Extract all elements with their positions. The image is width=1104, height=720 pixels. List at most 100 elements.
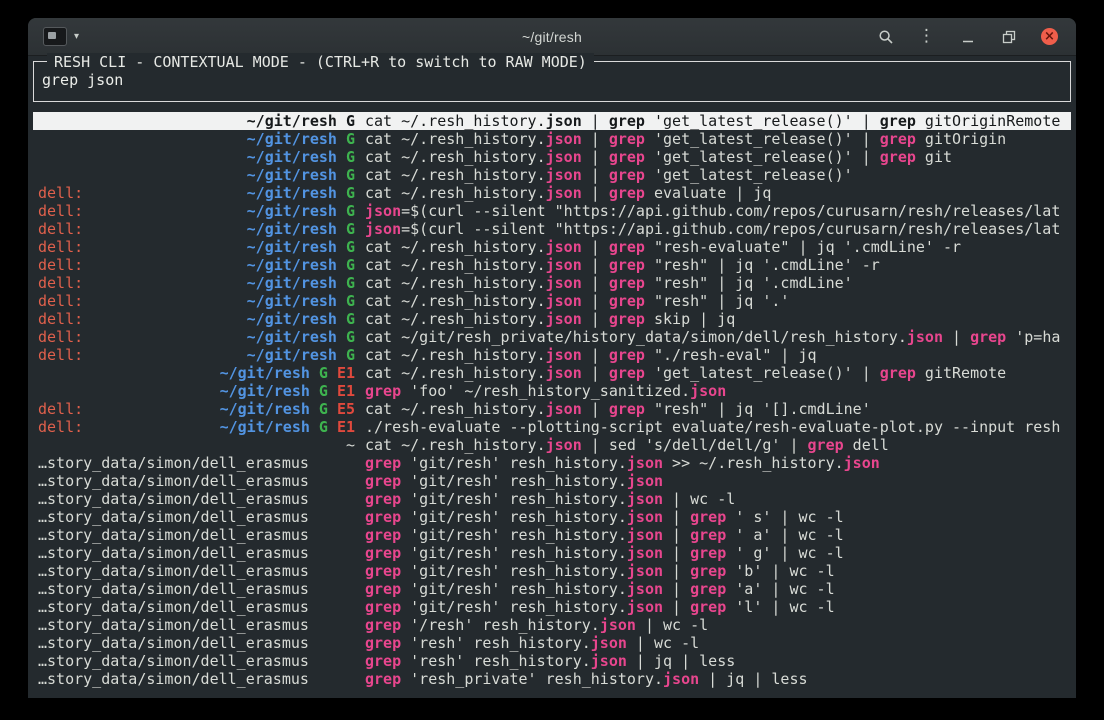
match-highlight: grep <box>609 346 645 364</box>
row-directory: ~/git/resh <box>247 256 337 274</box>
history-row[interactable]: dell:~/git/reshGcat ~/.resh_history.json… <box>33 310 1071 328</box>
restore-button[interactable] <box>1000 28 1017 45</box>
match-highlight: json <box>546 310 582 328</box>
history-row[interactable]: …story_data/simon/dell_erasmusgrep 'git/… <box>33 472 1071 490</box>
history-row[interactable]: ~/git/reshGE1cat ~/.resh_history.json | … <box>33 364 1071 382</box>
history-row-selected[interactable]: ~/git/reshGcat ~/.resh_history.json | gr… <box>33 112 1071 130</box>
match-highlight: grep <box>365 652 401 670</box>
history-row[interactable]: …story_data/simon/dell_erasmus grep 'git/… <box>33 454 1071 472</box>
row-directory: ~/git/resh <box>220 400 310 418</box>
minimize-button[interactable] <box>959 28 976 45</box>
row-dir-flags: ~/git/reshG <box>247 238 355 256</box>
match-highlight: json <box>627 562 663 580</box>
search-button[interactable] <box>877 28 894 45</box>
row-dir-flags: ~/git/reshG <box>247 292 355 310</box>
match-highlight: json <box>907 328 943 346</box>
history-row[interactable]: …story_data/simon/dell_erasmusgrep 'git/… <box>33 544 1071 562</box>
titlebar[interactable]: ▾ ~/git/resh ⋮ <box>28 18 1076 56</box>
row-context: dell: ~/git/reshG <box>33 238 365 256</box>
exit-code-flag: E1 <box>337 364 355 382</box>
match-highlight: grep <box>365 634 401 652</box>
history-row[interactable]: ~/git/reshGE1grep 'foo' ~/resh_history_s… <box>33 382 1071 400</box>
resh-search-box: RESH CLI - CONTEXTUAL MODE - (CTRL+R to … <box>33 61 1071 102</box>
row-directory: ~/git/resh <box>247 184 337 202</box>
history-row[interactable]: dell:~/git/reshGcat ~/.resh_history.json… <box>33 274 1071 292</box>
history-row[interactable]: dell:~/git/reshGcat ~/git/resh_private/h… <box>33 328 1071 346</box>
match-highlight: grep <box>609 166 645 184</box>
terminal-screen[interactable]: RESH CLI - CONTEXTUAL MODE - (CTRL+R to … <box>28 55 1076 698</box>
row-dir-flags: …story_data/simon/dell_erasmus <box>38 580 309 598</box>
match-highlight: grep <box>365 562 401 580</box>
history-row[interactable]: …story_data/simon/dell_erasmusgrep 'git/… <box>33 562 1071 580</box>
history-row[interactable]: ~/git/reshGcat ~/.resh_history.json | gr… <box>33 166 1071 184</box>
history-row[interactable]: dell:~/git/reshGE1./resh-evaluate --plot… <box>33 418 1071 436</box>
row-command: cat ~/.resh_history.json | grep 'get_lat… <box>365 112 1071 130</box>
row-context: dell:~/git/reshG <box>33 292 365 310</box>
history-row[interactable]: dell:~/git/reshGcat ~/.resh_history.json… <box>33 346 1071 364</box>
history-row[interactable]: dell:~/git/reshGcat ~/.resh_history.json… <box>33 256 1071 274</box>
menu-button[interactable]: ⋮ <box>918 28 935 45</box>
resh-mode-header: RESH CLI - CONTEXTUAL MODE - (CTRL+R to … <box>47 53 594 71</box>
history-row[interactable]: …story_data/simon/dell_erasmusgrep 'git/… <box>33 490 1071 508</box>
match-highlight: json <box>627 490 663 508</box>
row-host: dell: <box>38 238 83 256</box>
git-flag: G <box>346 328 355 346</box>
row-directory: …story_data/simon/dell_erasmus <box>38 598 309 616</box>
row-host: dell: <box>38 184 83 202</box>
row-context: ~/git/reshG <box>33 130 365 148</box>
row-directory: …story_data/simon/dell_erasmus <box>38 454 309 472</box>
match-highlight: grep <box>880 364 916 382</box>
row-directory: ~/git/resh <box>247 238 337 256</box>
row-context: dell:~/git/reshGE5 <box>33 400 365 418</box>
match-highlight: grep <box>365 526 401 544</box>
match-highlight: grep <box>880 130 916 148</box>
row-host: dell: <box>38 328 83 346</box>
history-row[interactable]: …story_data/simon/dell_erasmusgrep 'resh… <box>33 652 1071 670</box>
row-command: cat ~/git/resh_private/history_data/simo… <box>365 328 1071 346</box>
history-row[interactable]: ~cat ~/.resh_history.json | sed 's/dell/… <box>33 436 1071 454</box>
row-host: dell: <box>38 256 83 274</box>
git-flag: G <box>346 256 355 274</box>
row-command: grep 'git/resh' resh_history.json >> ~/.… <box>365 454 1071 472</box>
close-button[interactable]: × <box>1041 28 1058 45</box>
row-dir-flags: ~/git/reshG <box>247 184 355 202</box>
row-context: …story_data/simon/dell_erasmus <box>33 670 365 688</box>
history-row[interactable]: dell:~/git/reshGcat ~/.resh_history.json… <box>33 184 1071 202</box>
history-row[interactable]: …story_data/simon/dell_erasmusgrep 'git/… <box>33 526 1071 544</box>
history-row[interactable]: dell:~/git/reshGE5cat ~/.resh_history.js… <box>33 400 1071 418</box>
row-command: grep 'git/resh' resh_history.json | grep… <box>365 598 1071 616</box>
history-row[interactable]: dell:~/git/reshGcat ~/.resh_history.json… <box>33 292 1071 310</box>
history-row[interactable]: dell:~/git/reshGcat ~/.resh_history.json… <box>33 238 1071 256</box>
match-highlight: json <box>546 238 582 256</box>
git-flag: G <box>319 418 328 436</box>
row-dir-flags: ~/git/reshG <box>247 274 355 292</box>
history-row[interactable]: …story_data/simon/dell_erasmusgrep 'resh… <box>33 634 1071 652</box>
exit-code-flag: E1 <box>337 418 355 436</box>
row-dir-flags: …story_data/simon/dell_erasmus <box>38 634 309 652</box>
git-flag: G <box>346 148 355 166</box>
history-row[interactable]: ~/git/reshGcat ~/.resh_history.json | gr… <box>33 130 1071 148</box>
history-row[interactable]: dell:~/git/reshGjson=$(curl --silent "ht… <box>33 202 1071 220</box>
row-command: cat ~/.resh_history.json | grep skip | j… <box>365 310 1071 328</box>
history-row[interactable]: …story_data/simon/dell_erasmus grep 'git/… <box>33 598 1071 616</box>
row-command: grep '/resh' resh_history.json | wc -l <box>365 616 1071 634</box>
row-directory: …story_data/simon/dell_erasmus <box>38 580 309 598</box>
row-dir-flags: ~/git/reshG <box>247 202 355 220</box>
profile-menu-button[interactable]: ▾ <box>43 27 79 46</box>
row-directory: ~ <box>346 436 355 454</box>
history-row[interactable]: dell:~/git/reshGjson=$(curl --silent "ht… <box>33 220 1071 238</box>
match-highlight: grep <box>880 148 916 166</box>
match-highlight: grep <box>365 580 401 598</box>
history-row[interactable]: …story_data/simon/dell_erasmusgrep 'git/… <box>33 508 1071 526</box>
row-directory: …story_data/simon/dell_erasmus <box>38 616 309 634</box>
history-rows: ~/git/reshGcat ~/.resh_history.json | gr… <box>33 112 1071 688</box>
row-command: grep 'resh_private' resh_history.json | … <box>365 670 1071 688</box>
match-highlight: json <box>627 454 663 472</box>
history-row[interactable]: …story_data/simon/dell_erasmusgrep 'git/… <box>33 580 1071 598</box>
git-flag: G <box>346 220 355 238</box>
history-row[interactable]: …story_data/simon/dell_erasmusgrep 'resh… <box>33 670 1071 688</box>
history-row[interactable]: ~/git/reshGcat ~/.resh_history.json | gr… <box>33 148 1071 166</box>
row-dir-flags: ~/git/reshG <box>247 346 355 364</box>
history-row[interactable]: …story_data/simon/dell_erasmus grep '/res… <box>33 616 1071 634</box>
match-highlight: json <box>546 130 582 148</box>
